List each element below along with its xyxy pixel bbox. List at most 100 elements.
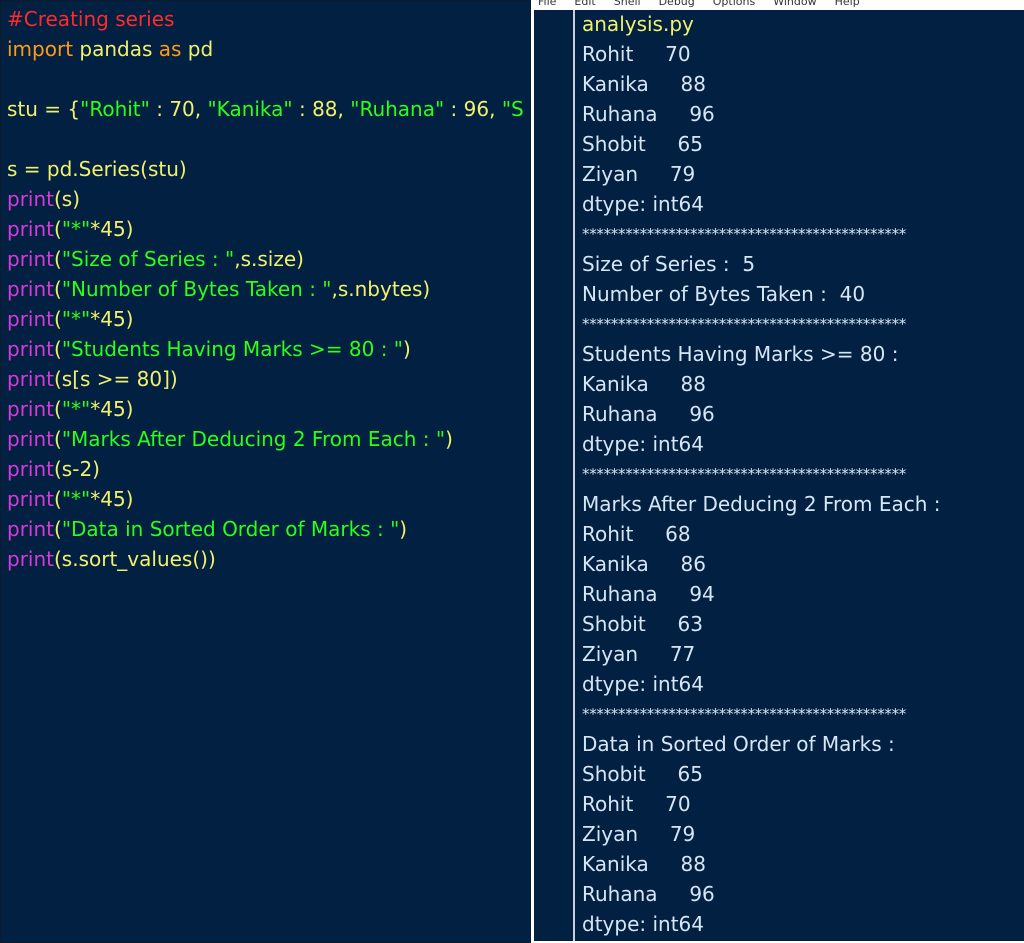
code-token-plain: *45) bbox=[90, 217, 134, 241]
code-token-builtin: print bbox=[7, 187, 54, 211]
shell-separator: ****************************************… bbox=[582, 465, 907, 483]
code-token-string: "*" bbox=[61, 307, 91, 331]
code-token-plain: *45) bbox=[90, 487, 134, 511]
code-token-string: "*" bbox=[61, 217, 91, 241]
code-token-plain: : 70, bbox=[149, 97, 208, 121]
code-token-plain: ( bbox=[54, 307, 62, 331]
shell-filename: analysis.py bbox=[582, 12, 694, 36]
code-token-string: "*" bbox=[61, 397, 91, 421]
code-token-string: "Marks After Deducing 2 From Each : " bbox=[61, 427, 446, 451]
shell-output-line: Ziyan 79 bbox=[582, 162, 696, 186]
shell-separator: ****************************************… bbox=[582, 315, 907, 333]
code-line[interactable]: import pandas as pd bbox=[7, 34, 213, 64]
menu-shell[interactable]: Shell bbox=[614, 0, 641, 8]
code-token-plain: pd bbox=[181, 37, 214, 61]
code-line[interactable]: print("Students Having Marks >= 80 : ") bbox=[7, 334, 411, 364]
code-token-plain: ( bbox=[54, 517, 62, 541]
code-line[interactable]: print("*"*45) bbox=[7, 484, 133, 514]
code-token-plain: ) bbox=[399, 517, 408, 541]
code-line[interactable]: print(s-2) bbox=[7, 454, 100, 484]
shell-output-line: Kanika 86 bbox=[582, 552, 706, 576]
code-token-builtin: print bbox=[7, 367, 54, 391]
code-line[interactable]: #Creating series bbox=[7, 4, 174, 34]
shell-output-line: dtype: int64 bbox=[582, 192, 704, 216]
shell-output-line: Data in Sorted Order of Marks : bbox=[582, 732, 895, 756]
shell-output-line: Kanika 88 bbox=[582, 72, 706, 96]
code-token-plain: ( bbox=[54, 277, 62, 301]
code-line[interactable]: print("*"*45) bbox=[7, 214, 133, 244]
menu-window[interactable]: Window bbox=[773, 0, 816, 8]
shell-separator: ****************************************… bbox=[582, 225, 907, 243]
code-token-string: "Ruhana" bbox=[350, 97, 445, 121]
ide-window: #Creating series import pandas as pd stu =… bbox=[0, 0, 1024, 943]
code-line[interactable]: s = pd.Series(stu) bbox=[7, 154, 187, 184]
code-token-string: "*" bbox=[61, 487, 91, 511]
code-token-plain: (s) bbox=[54, 187, 81, 211]
code-token-plain: *45) bbox=[90, 397, 134, 421]
code-line[interactable]: print(s.sort_values()) bbox=[7, 544, 216, 574]
code-token-plain: : 88, bbox=[292, 97, 351, 121]
shell-output-line: dtype: int64 bbox=[582, 672, 704, 696]
shell-output-line: Rohit 68 bbox=[582, 522, 691, 546]
code-token-plain: (s[s >= 80]) bbox=[54, 367, 178, 391]
code-line[interactable]: print("Data in Sorted Order of Marks : "… bbox=[7, 514, 407, 544]
code-token-string: "S bbox=[501, 97, 524, 121]
menu-options[interactable]: Options bbox=[713, 0, 755, 8]
menu-file[interactable]: File bbox=[538, 0, 556, 8]
code-line[interactable]: print("Number of Bytes Taken : ",s.nbyte… bbox=[7, 274, 430, 304]
code-token-builtin: print bbox=[7, 427, 54, 451]
shell-output-line: Rohit 70 bbox=[582, 792, 691, 816]
code-token-keyword: as bbox=[158, 37, 182, 61]
code-editor[interactable]: #Creating series import pandas as pd stu =… bbox=[0, 0, 531, 943]
code-token-builtin: print bbox=[7, 397, 54, 421]
code-token-comment: #Creating series bbox=[7, 7, 175, 31]
code-token-plain: pandas bbox=[73, 37, 159, 61]
shell-output-line: Kanika 88 bbox=[582, 372, 706, 396]
shell-output-line: Shobit 65 bbox=[582, 762, 703, 786]
code-token-plain: ) bbox=[445, 427, 453, 451]
code-token-string: "Number of Bytes Taken : " bbox=[61, 277, 332, 301]
code-token-string: "Students Having Marks >= 80 : " bbox=[61, 337, 404, 361]
code-line[interactable]: print("Marks After Deducing 2 From Each … bbox=[7, 424, 453, 454]
code-line[interactable]: print("*"*45) bbox=[7, 394, 133, 424]
shell-output-area[interactable]: analysis.py Rohit 70 Kanika 88 Ruhana 96 Sho… bbox=[534, 10, 1024, 941]
menu-edit[interactable]: Edit bbox=[574, 0, 595, 8]
code-token-builtin: print bbox=[7, 307, 54, 331]
code-token-plain: ( bbox=[54, 247, 62, 271]
shell-output-line: Ruhana 94 bbox=[582, 582, 715, 606]
shell-output-line: dtype: int64 bbox=[582, 432, 704, 456]
shell-output-line: Ruhana 96 bbox=[582, 882, 715, 906]
shell-gutter bbox=[534, 10, 573, 941]
code-line[interactable]: print("*"*45) bbox=[7, 304, 133, 334]
code-token-builtin: print bbox=[7, 217, 54, 241]
shell-menubar: File Edit Shell Debug Options Window Help bbox=[532, 0, 1024, 8]
shell-output-line: Ziyan 79 bbox=[582, 822, 696, 846]
shell-output-line: Rohit 70 bbox=[582, 42, 691, 66]
menu-debug[interactable]: Debug bbox=[659, 0, 695, 8]
code-token-plain: (s-2) bbox=[54, 457, 100, 481]
code-token-plain: : 96, bbox=[444, 97, 502, 121]
menu-help[interactable]: Help bbox=[835, 0, 860, 8]
code-token-plain: ,s.size) bbox=[234, 247, 304, 271]
python-shell-window: File Edit Shell Debug Options Window Help anal… bbox=[532, 0, 1024, 943]
code-token-builtin: print bbox=[7, 277, 54, 301]
code-token-keyword: import bbox=[7, 37, 74, 61]
code-token-builtin: print bbox=[7, 337, 54, 361]
code-line[interactable]: stu = {"Rohit" : 70, "Kanika" : 88, "Ruh… bbox=[7, 94, 524, 124]
shell-output-line: Number of Bytes Taken : 40 bbox=[582, 282, 866, 306]
code-token-builtin: print bbox=[7, 517, 54, 541]
shell-output-line: Kanika 88 bbox=[582, 852, 706, 876]
code-token-string: "Rohit" bbox=[80, 97, 150, 121]
code-token-builtin: print bbox=[7, 457, 54, 481]
shell-output-line: Ruhana 96 bbox=[582, 402, 715, 426]
code-token-plain: ( bbox=[54, 337, 62, 361]
code-token-builtin: print bbox=[7, 247, 54, 271]
code-line[interactable]: print(s) bbox=[7, 184, 80, 214]
code-token-plain: s = pd.Series(stu) bbox=[7, 157, 187, 181]
code-line[interactable]: print(s[s >= 80]) bbox=[7, 364, 178, 394]
shell-output-line: Students Having Marks >= 80 : bbox=[582, 342, 899, 366]
shell-output-line: Marks After Deducing 2 From Each : bbox=[582, 492, 941, 516]
code-token-string: "Size of Series : " bbox=[61, 247, 235, 271]
code-token-builtin: print bbox=[7, 547, 54, 571]
code-line[interactable]: print("Size of Series : ",s.size) bbox=[7, 244, 304, 274]
